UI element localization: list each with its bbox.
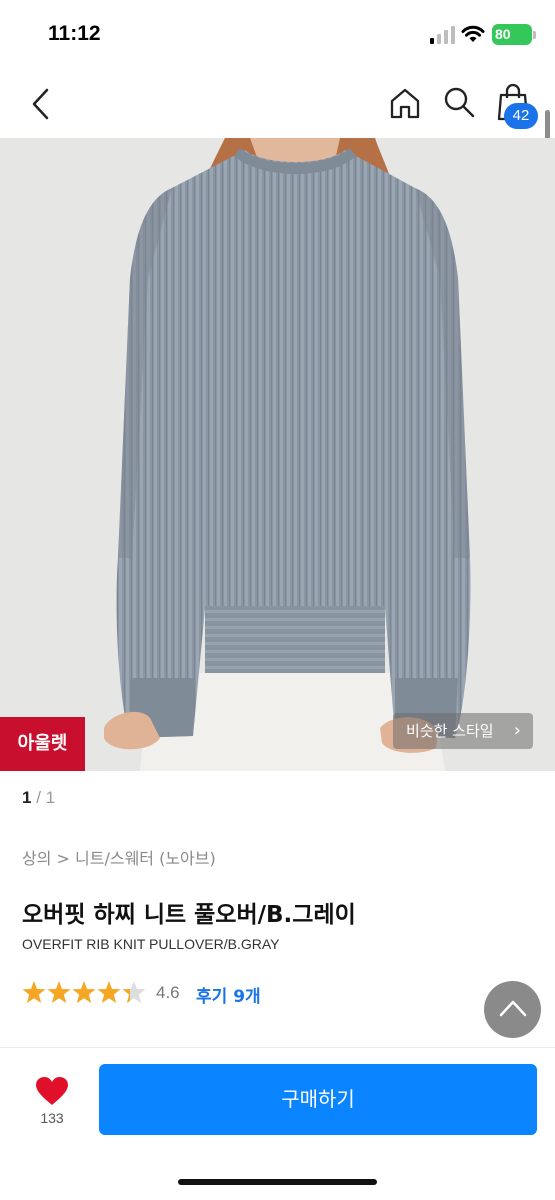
star-icon bbox=[72, 981, 96, 1003]
wifi-icon bbox=[461, 25, 485, 42]
buy-button[interactable]: 구매하기 bbox=[99, 1064, 537, 1135]
reviews-link[interactable]: 후기 9개 bbox=[196, 982, 261, 1007]
star-icon bbox=[47, 981, 71, 1003]
product-title: 오버핏 하찌 니트 풀오버/B.그레이 bbox=[22, 902, 356, 928]
divider bbox=[0, 1047, 555, 1048]
like-count: 133 bbox=[40, 1110, 64, 1126]
home-indicator bbox=[178, 1179, 377, 1185]
star-icon bbox=[97, 981, 121, 1003]
nav-bar: 42 bbox=[0, 70, 555, 138]
status-bar: 11:12 80 bbox=[0, 0, 555, 70]
product-title-english: OVERFIT RIB KNIT PULLOVER/B.GRAY bbox=[22, 936, 280, 952]
star-icon bbox=[22, 981, 46, 1003]
outlet-badge: 아울렛 bbox=[0, 717, 85, 771]
pager-current: 1 bbox=[22, 788, 32, 807]
battery-tip bbox=[533, 31, 536, 39]
chevron-up-icon bbox=[499, 1000, 527, 1017]
signal-icon bbox=[430, 26, 455, 44]
battery-indicator: 80 bbox=[492, 24, 532, 45]
rating-value: 4.6 bbox=[156, 983, 180, 1002]
star-partial-icon bbox=[122, 981, 146, 1003]
status-time: 11:12 bbox=[48, 22, 101, 45]
breadcrumb[interactable]: 상의 > 니트/스웨터 (노아브) bbox=[22, 845, 216, 869]
pager-separator: / bbox=[36, 788, 41, 807]
home-icon[interactable] bbox=[388, 86, 422, 120]
image-pager: 1 / 1 bbox=[22, 788, 55, 808]
cart-count-badge: 42 bbox=[504, 103, 538, 129]
search-icon[interactable] bbox=[442, 85, 476, 119]
product-photo-sweater bbox=[0, 138, 555, 771]
chevron-right-icon: › bbox=[513, 720, 521, 741]
chevron-left-icon[interactable] bbox=[26, 86, 56, 122]
pager-total: 1 bbox=[45, 788, 56, 807]
bottom-action-bar: 133 구매하기 bbox=[0, 1050, 555, 1200]
similar-style-button[interactable]: 비슷한 스타일 › bbox=[393, 713, 533, 749]
like-button[interactable]: 133 bbox=[22, 1072, 82, 1142]
scroll-to-top-button[interactable] bbox=[484, 981, 541, 1038]
rating-stars bbox=[22, 981, 146, 1003]
product-image[interactable] bbox=[0, 138, 555, 771]
heart-icon bbox=[36, 1077, 68, 1105]
similar-style-label: 비슷한 스타일 bbox=[406, 722, 494, 740]
